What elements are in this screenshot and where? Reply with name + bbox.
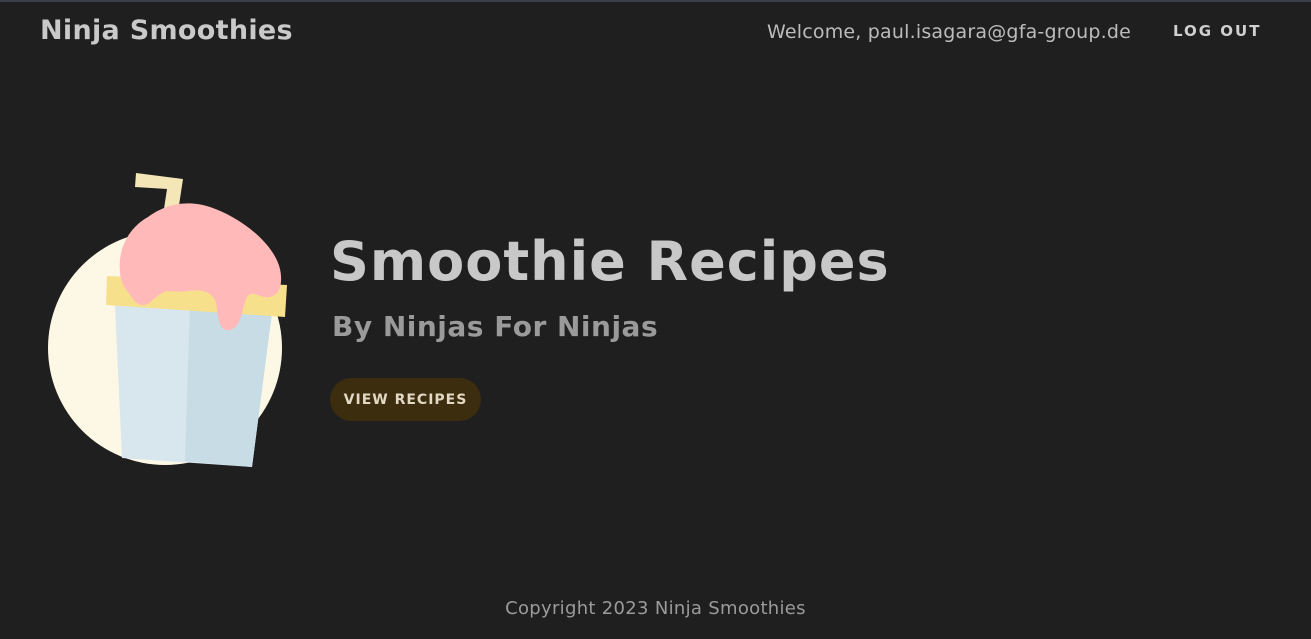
view-recipes-button[interactable]: VIEW RECIPES [330, 378, 481, 421]
welcome-message: Welcome, paul.isagara@gfa-group.de [767, 21, 1132, 43]
footer-copyright: Copyright 2023 Ninja Smoothies [505, 598, 806, 619]
hero-subtitle: By Ninjas For Ninjas [332, 310, 659, 343]
brand-logo-text[interactable]: Ninja Smoothies [40, 15, 293, 46]
logout-button[interactable]: LOG OUT [1173, 22, 1261, 40]
navbar: Ninja Smoothies Welcome, paul.isagara@gf… [0, 2, 1311, 64]
smoothie-cup-icon [40, 165, 300, 475]
hero-title: Smoothie Recipes [330, 230, 890, 293]
